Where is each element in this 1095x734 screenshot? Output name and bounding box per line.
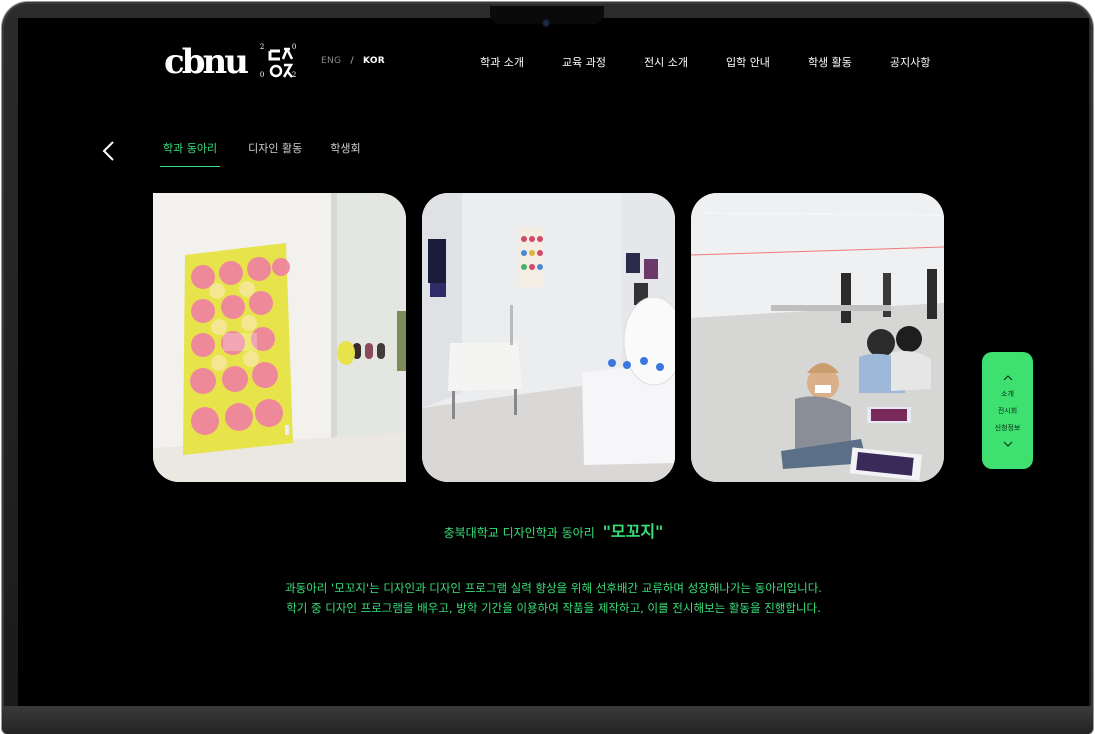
nav-item-curriculum[interactable]: 교육 과정: [562, 54, 606, 70]
nav-item-admission[interactable]: 입학 안내: [726, 54, 770, 70]
nav-item-notice[interactable]: 공지사항: [890, 54, 930, 70]
lang-kor[interactable]: KOR: [363, 56, 385, 66]
site-logo[interactable]: cbnu 2 0 0 2: [164, 42, 300, 82]
side-nav-intro[interactable]: 소개: [1001, 389, 1014, 399]
description-line-2: 학기 중 디자인 프로그램을 배우고, 방학 기간을 이용하여 작품을 제작하고…: [286, 601, 821, 615]
logo-emblem: 2 0 0 2: [260, 43, 300, 81]
logo-digit: 0: [259, 71, 265, 79]
nav-item-student-activity[interactable]: 학생 활동: [808, 54, 852, 70]
nav-item-exhibition[interactable]: 전시 소개: [644, 54, 688, 70]
club-name: "모꼬지": [602, 522, 664, 541]
sub-tabs: 학과 동아리 디자인 활동 학생회: [160, 140, 389, 167]
lang-eng[interactable]: ENG: [321, 56, 341, 66]
nav-item-department[interactable]: 학과 소개: [480, 54, 524, 70]
chevron-down-icon[interactable]: [1003, 440, 1013, 448]
main-nav: 학과 소개 교육 과정 전시 소개 입학 안내 학생 활동 공지사항: [480, 54, 968, 70]
club-title: 충북대학교 디자인학과 동아리 "모꼬지": [18, 518, 1089, 542]
chevron-left-icon[interactable]: [100, 140, 118, 162]
side-nav-application[interactable]: 신청정보: [995, 423, 1021, 433]
laptop-bezel: [2, 706, 1093, 734]
description-line-1: 과동아리 '모꼬지'는 디자인과 디자인 프로그램 실력 향상을 위해 선후배간…: [285, 581, 822, 595]
logo-wordmark: cbnu: [164, 42, 249, 82]
club-photo-1[interactable]: [153, 193, 406, 482]
lang-separator: /: [350, 56, 354, 66]
side-quick-nav: 소개 전시회 신청정보: [982, 352, 1033, 469]
side-nav-exhibition[interactable]: 전시회: [998, 406, 1017, 416]
photo-students-workshop: [691, 193, 944, 482]
logo-digit: 2: [259, 43, 265, 51]
photo-exhibition-table: [422, 193, 675, 482]
tab-design-activity[interactable]: 디자인 활동: [248, 140, 302, 167]
photo-exhibition-poster: [153, 193, 406, 482]
camera-icon: [543, 20, 549, 26]
tab-student-council[interactable]: 학생회: [330, 140, 360, 167]
hangul-mark-icon: [268, 47, 294, 78]
screen: cbnu 2 0 0 2 ENG / KOR 학과 소개 교육 과정 전시 소개…: [18, 18, 1089, 706]
language-switcher: ENG / KOR: [321, 56, 385, 66]
club-title-prefix: 충북대학교 디자인학과 동아리: [443, 526, 595, 540]
club-photo-3[interactable]: [691, 193, 944, 482]
tab-club[interactable]: 학과 동아리: [160, 140, 221, 167]
club-description: 과동아리 '모꼬지'는 디자인과 디자인 프로그램 실력 향상을 위해 선후배간…: [18, 578, 1089, 618]
club-photo-2[interactable]: [422, 193, 675, 482]
chevron-up-icon[interactable]: [1003, 374, 1013, 382]
